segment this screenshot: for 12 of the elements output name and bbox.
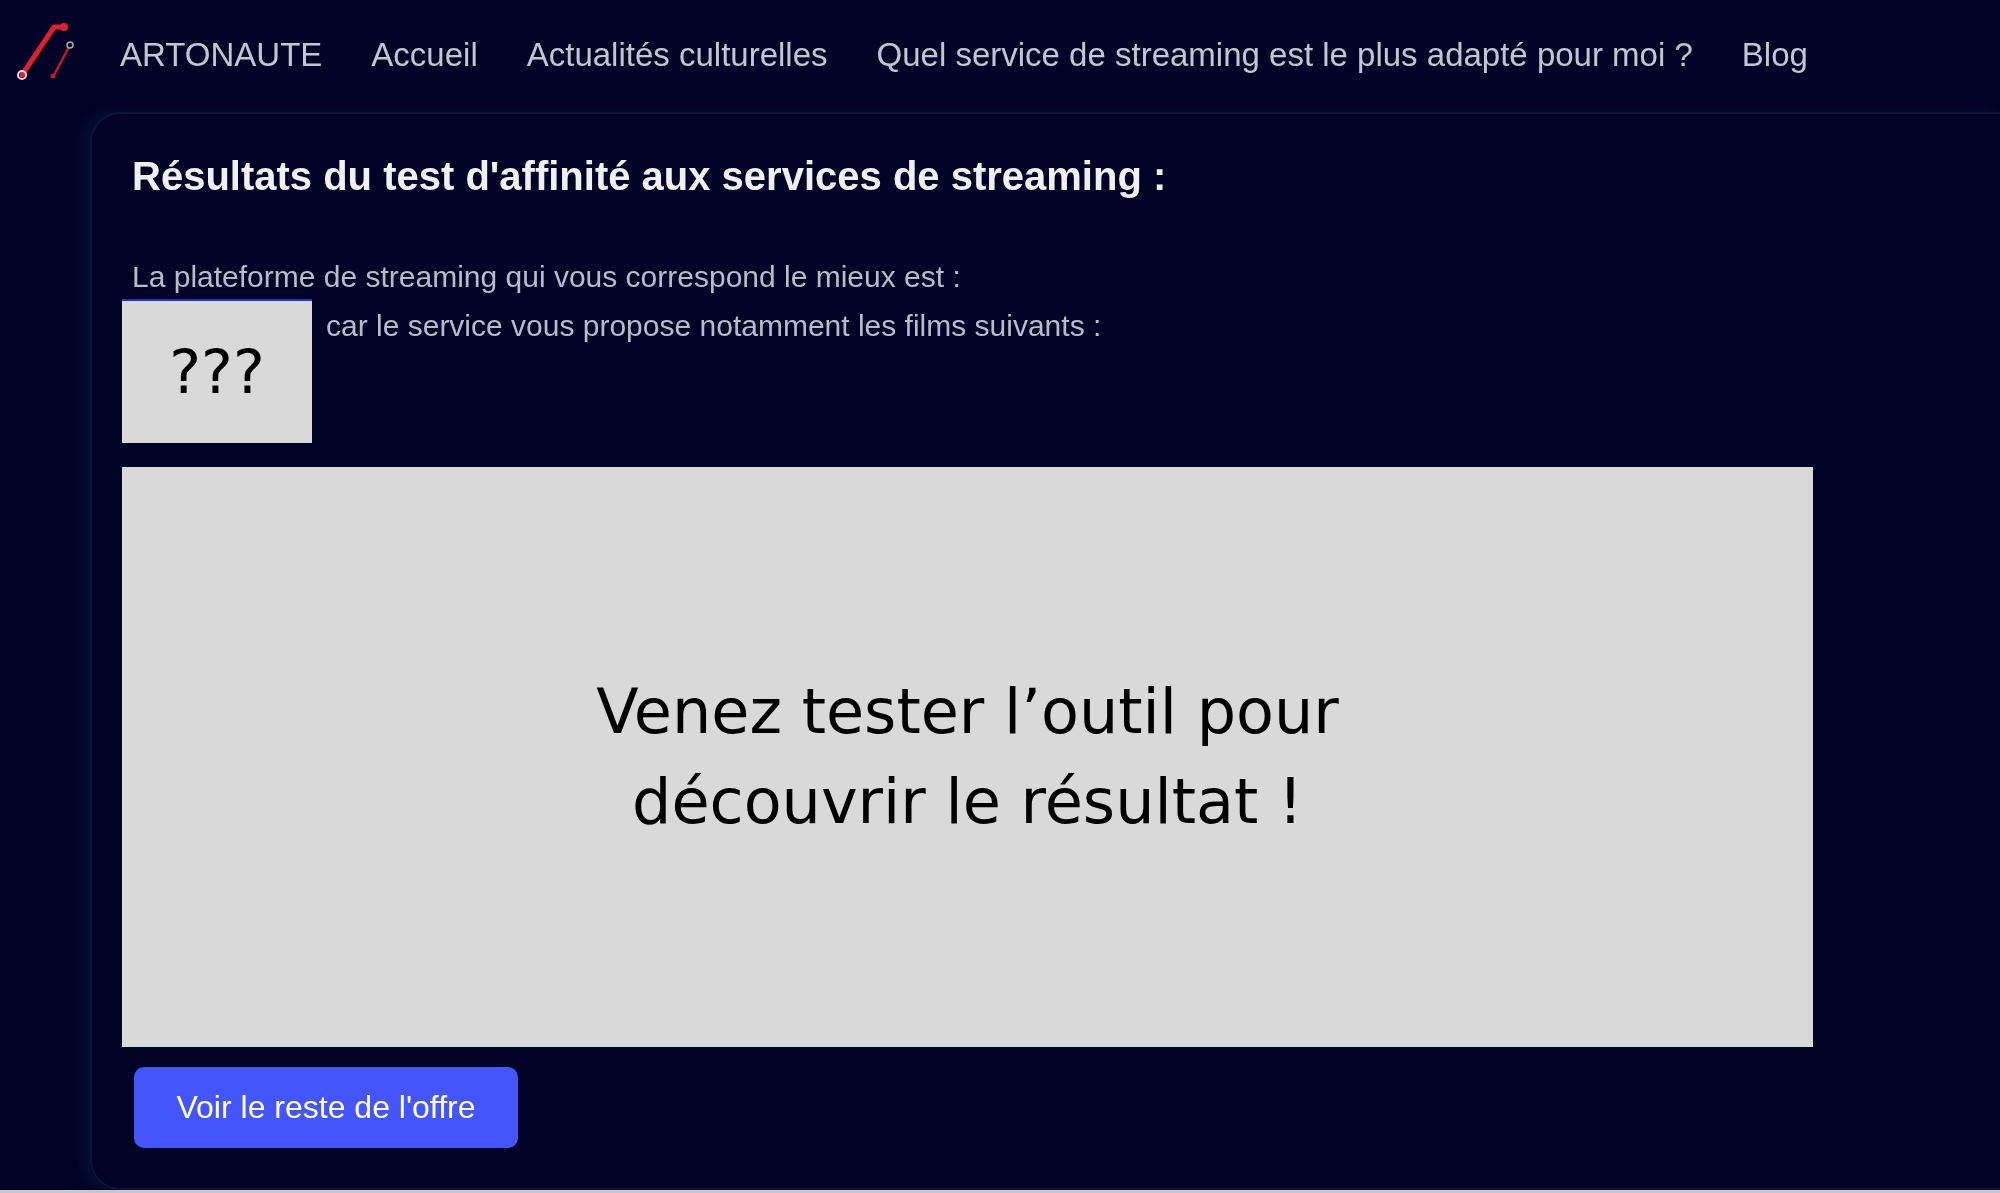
offer-button[interactable]: Voir le reste de l'offre <box>134 1067 518 1148</box>
brand-link[interactable]: ARTONAUTE <box>120 36 323 74</box>
nav-link[interactable]: Actualités culturelles <box>526 36 828 74</box>
intro-text: La plateforme de streaming qui vous correspond le mieux est : <box>132 259 962 295</box>
nav-link[interactable]: Quel service de streaming est le plus adapté pour moi ? <box>876 36 1693 74</box>
overlay-message: découvrir le résultat ! <box>632 764 1303 840</box>
nav-link[interactable]: Blog <box>1741 36 1808 74</box>
result-panel: ??? <box>122 299 312 443</box>
films-intro-text: car le service vous propose notamment les films suivants : <box>326 309 1102 343</box>
nav-link[interactable]: Accueil <box>371 36 478 74</box>
overlay-message: Venez tester l’outil pour <box>596 674 1339 750</box>
results-title: Résultats du test d'affinité aux services de streaming : <box>132 154 1168 199</box>
